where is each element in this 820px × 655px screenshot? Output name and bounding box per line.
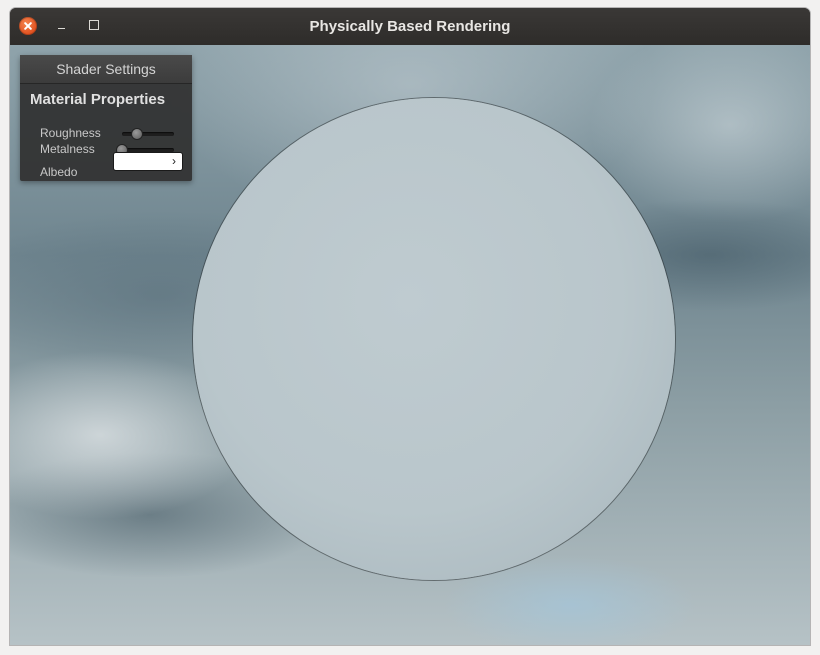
render-viewport[interactable]: Shader Settings Material Properties Roug… (10, 45, 810, 645)
chevron-right-icon: › (172, 154, 176, 168)
titlebar[interactable]: Physically Based Rendering (10, 8, 810, 45)
roughness-label: Roughness (40, 126, 101, 140)
metalness-slider[interactable] (117, 145, 174, 155)
albedo-label: Albedo (40, 165, 78, 179)
panel-header[interactable]: Shader Settings (20, 55, 192, 84)
roughness-slider[interactable] (122, 129, 174, 139)
window-title: Physically Based Rendering (309, 18, 511, 35)
albedo-color-button[interactable]: › (114, 153, 182, 170)
shader-settings-panel: Shader Settings Material Properties Roug… (20, 55, 192, 181)
metalness-label: Metalness (40, 142, 95, 156)
section-title: Material Properties (30, 91, 166, 108)
app-window: Physically Based Rendering Shader Settin… (10, 8, 810, 645)
rendered-sphere (193, 98, 675, 580)
roughness-slider-knob[interactable] (131, 129, 142, 139)
